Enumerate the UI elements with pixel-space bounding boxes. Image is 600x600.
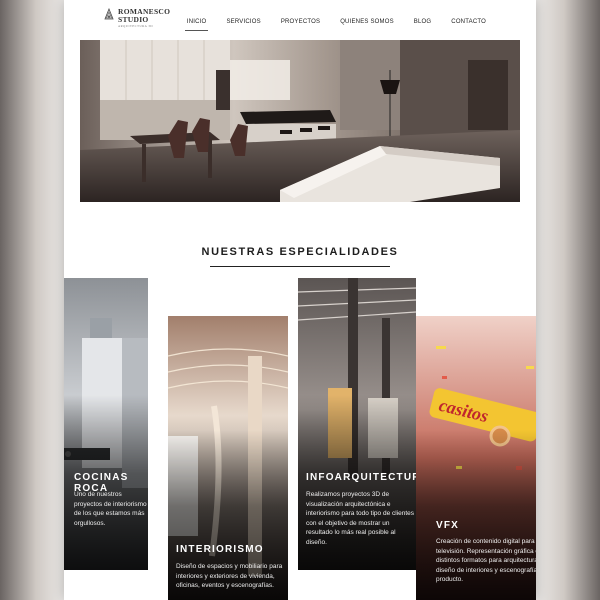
card-text: Diseño de espacios y mobiliario para int…: [176, 563, 283, 590]
brand-logo[interactable]: ROMANESCO STUDIO ARQUITECTURA 3D: [104, 8, 170, 29]
card-text: Creación de contenido digital para cine …: [436, 538, 536, 584]
brand-name: ROMANESCO STUDIO ARQUITECTURA 3D: [118, 8, 170, 29]
nav-item-proyectos[interactable]: PROYECTOS: [271, 19, 330, 31]
card-interiorismo[interactable]: INTERIORISMO Diseño de espacios y mobili…: [168, 316, 288, 600]
card-infoarquitectura[interactable]: INFOARQUITECTURA Realizamos proyectos 3D…: [298, 278, 416, 570]
nav-item-servicios[interactable]: SERVICIOS: [216, 19, 270, 31]
brand-tagline: ARQUITECTURA 3D: [118, 24, 154, 28]
nav-item-contacto[interactable]: CONTACTO: [441, 19, 496, 31]
hero-image: [80, 40, 520, 202]
nav-item-inicio[interactable]: INICIO: [177, 19, 217, 31]
card-cocinas-roca[interactable]: COCINAS ROCA Uno de nuestros proyectos d…: [64, 278, 148, 570]
nav-item-blog[interactable]: BLOG: [404, 19, 441, 31]
section-title-underline: [210, 266, 390, 267]
card-text: Realizamos proyectos 3D de visualización…: [306, 491, 415, 546]
card-title: INTERIORISMO: [176, 544, 264, 555]
hero-render-illustration: [80, 40, 520, 202]
card-vfx[interactable]: casitos VFX Creación de contenido digita…: [416, 316, 536, 600]
card-text: Uno de nuestros proyectos de interiorism…: [74, 491, 147, 527]
main-nav: INICIO SERVICIOS PROYECTOS QUIENES SOMOS…: [177, 19, 496, 31]
web-page: ROMANESCO STUDIO ARQUITECTURA 3D INICIO …: [64, 0, 536, 600]
site-header: ROMANESCO STUDIO ARQUITECTURA 3D INICIO …: [64, 0, 536, 40]
card-title: VFX: [436, 520, 460, 531]
brand-line-2: STUDIO: [118, 15, 149, 24]
card-title: INFOARQUITECTURA: [306, 472, 416, 483]
section-title: NUESTRAS ESPECIALIDADES: [201, 246, 399, 258]
romanesco-logo-icon: [104, 8, 114, 20]
nav-item-quienes-somos[interactable]: QUIENES SOMOS: [330, 19, 404, 31]
